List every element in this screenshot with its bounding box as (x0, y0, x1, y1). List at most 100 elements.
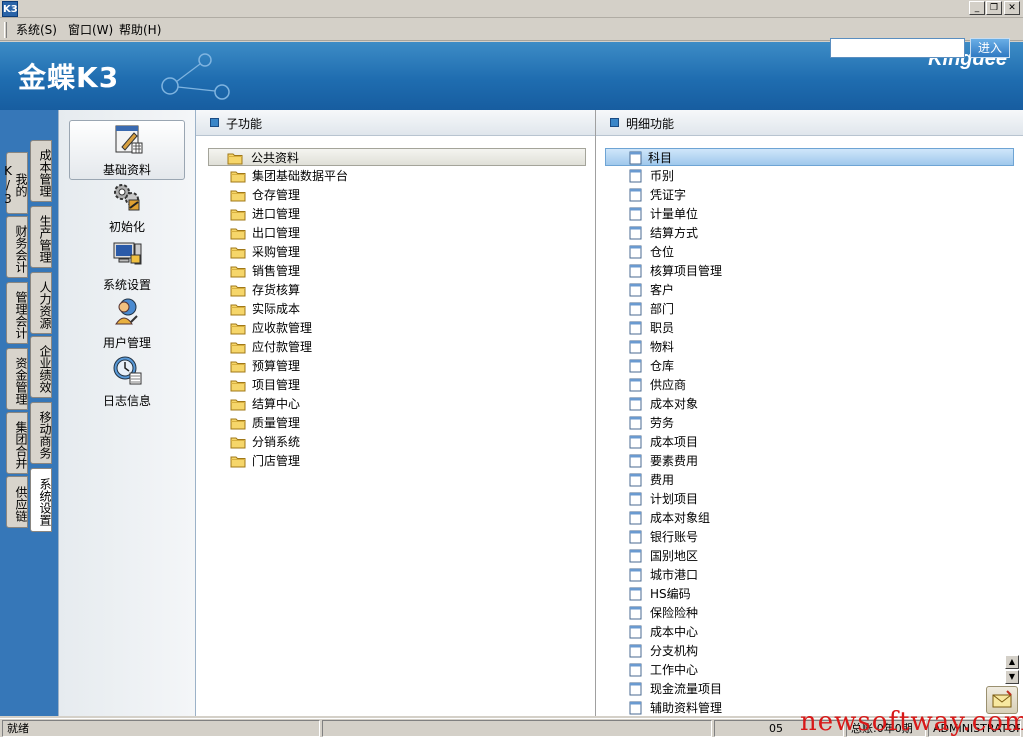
detail-function-item[interactable]: 成本项目 (628, 433, 988, 451)
detail-function-label: 费用 (650, 473, 675, 487)
detail-function-item[interactable]: 成本对象组 (628, 509, 988, 527)
sub-function-item[interactable]: 质量管理 (230, 414, 570, 432)
sub-function-item[interactable]: 门店管理 (230, 452, 570, 470)
sub-function-item[interactable]: 公共资料 (208, 148, 586, 166)
detail-function-item[interactable]: 科目 (605, 148, 1014, 166)
module-user-management[interactable]: 用户管理 (69, 294, 185, 354)
detail-function-label: 现金流量项目 (650, 682, 723, 696)
detail-function-item[interactable]: 现金流量项目 (628, 680, 988, 698)
detail-function-item[interactable]: 供应商 (628, 376, 988, 394)
sub-function-item[interactable]: 存货核算 (230, 281, 570, 299)
sub-function-item[interactable]: 预算管理 (230, 357, 570, 375)
sub-function-item[interactable]: 结算中心 (230, 395, 570, 413)
menu-system[interactable]: 系统(S) (13, 22, 60, 38)
tab-finance[interactable]: 财务会计 (6, 216, 28, 278)
tab-management-accounting[interactable]: 管理会计 (6, 282, 28, 344)
banner-decoration (161, 53, 230, 100)
detail-function-label: 要素费用 (650, 454, 699, 468)
detail-function-item[interactable]: 劳务 (628, 414, 988, 432)
detail-function-item[interactable]: 币别 (628, 167, 988, 185)
detail-function-label: 客户 (650, 283, 675, 297)
scroll-up-button[interactable]: ▲ (1005, 655, 1019, 669)
detail-function-item[interactable]: 国别地区 (628, 547, 988, 565)
close-button[interactable]: ✕ (1004, 1, 1020, 15)
detail-function-item[interactable]: 要素费用 (628, 452, 988, 470)
sub-function-item[interactable]: 集团基础数据平台 (230, 167, 570, 185)
module-system-settings[interactable]: 系统设置 (69, 236, 185, 296)
enter-button[interactable]: 进入 (970, 38, 1010, 58)
sub-function-label: 采购管理 (252, 245, 301, 259)
tab-mobile-commerce[interactable]: 移动商务 (30, 402, 52, 464)
detail-function-item[interactable]: 结算方式 (628, 224, 988, 242)
detail-function-label: 仓库 (650, 359, 675, 373)
document-icon (629, 568, 642, 582)
detail-function-label: 成本项目 (650, 435, 699, 449)
sub-function-item[interactable]: 进口管理 (230, 205, 570, 223)
detail-function-item[interactable]: 物料 (628, 338, 988, 356)
folder-icon (230, 247, 246, 259)
detail-function-label: 成本中心 (650, 625, 699, 639)
detail-function-item[interactable]: 仓位 (628, 243, 988, 261)
sub-function-item[interactable]: 应收款管理 (230, 319, 570, 337)
detail-function-item[interactable]: 工作中心 (628, 661, 988, 679)
search-input[interactable] (830, 38, 965, 58)
detail-function-item[interactable]: 成本中心 (628, 623, 988, 641)
tab-human-resources[interactable]: 人力资源 (30, 272, 52, 334)
tab-group-consolidation[interactable]: 集团合并 (6, 412, 28, 474)
sub-function-item[interactable]: 销售管理 (230, 262, 570, 280)
module-initialize[interactable]: 初始化 (69, 178, 185, 238)
detail-function-item[interactable]: 城市港口 (628, 566, 988, 584)
module-log-info[interactable]: 日志信息 (69, 352, 185, 412)
detail-function-item[interactable]: 计划项目 (628, 490, 988, 508)
tab-cost-management[interactable]: 成本管理 (30, 140, 52, 202)
document-icon (629, 530, 642, 544)
module-basic-data[interactable]: 基础资料 (69, 120, 185, 180)
menu-window[interactable]: 窗口(W) (65, 22, 116, 38)
folder-icon (230, 342, 246, 354)
detail-function-item[interactable]: 职员 (628, 319, 988, 337)
module-label: 系统设置 (102, 278, 151, 292)
detail-function-item[interactable]: 银行账号 (628, 528, 988, 546)
detail-function-item[interactable]: 凭证字 (628, 186, 988, 204)
detail-function-label: 分支机构 (650, 644, 699, 658)
tab-enterprise-performance[interactable]: 企业绩效 (30, 336, 52, 398)
sub-function-item[interactable]: 项目管理 (230, 376, 570, 394)
sub-function-item[interactable]: 分销系统 (230, 433, 570, 451)
document-icon (629, 644, 642, 658)
folder-icon (230, 304, 246, 316)
detail-function-item[interactable]: 仓库 (628, 357, 988, 375)
detail-function-item[interactable]: 部门 (628, 300, 988, 318)
restore-button[interactable]: ❐ (986, 1, 1002, 15)
detail-function-item[interactable]: 分支机构 (628, 642, 988, 660)
sub-function-item[interactable]: 实际成本 (230, 300, 570, 318)
document-icon (629, 264, 642, 278)
detail-function-item[interactable]: 保险险种 (628, 604, 988, 622)
detail-function-label: 币别 (650, 169, 675, 183)
sub-function-item[interactable]: 出口管理 (230, 224, 570, 242)
detail-function-item[interactable]: 核算项目管理 (628, 262, 988, 280)
sub-function-header: 子功能 (196, 110, 595, 136)
detail-function-label: 劳务 (650, 416, 675, 430)
sub-function-item[interactable]: 仓存管理 (230, 186, 570, 204)
tab-fund-management[interactable]: 资金管理 (6, 348, 28, 410)
tab-my-k3[interactable]: 我的K/3 (1, 152, 28, 214)
subsystem-tabs: 我的K/3 财务会计 管理会计 资金管理 集团合并 供应链 成本管理 生产管理 … (0, 110, 58, 716)
watermark: newsoftway.com (800, 707, 1023, 737)
sub-function-item[interactable]: 应付款管理 (230, 338, 570, 356)
tab-system-settings[interactable]: 系统设置 (30, 468, 52, 532)
detail-function-item[interactable]: 计量单位 (628, 205, 988, 223)
detail-function-item[interactable]: 费用 (628, 471, 988, 489)
menu-help[interactable]: 帮助(H) (116, 22, 164, 38)
detail-function-item[interactable]: HS编码 (628, 585, 988, 603)
menu-grip[interactable] (4, 22, 7, 38)
minimize-button[interactable]: _ (969, 1, 985, 15)
sub-function-item[interactable]: 采购管理 (230, 243, 570, 261)
tab-production-management[interactable]: 生产管理 (30, 206, 52, 268)
sub-function-title: 子功能 (226, 117, 263, 131)
detail-function-item[interactable]: 成本对象 (628, 395, 988, 413)
scroll-down-button[interactable]: ▼ (1005, 670, 1019, 684)
detail-function-item[interactable]: 客户 (628, 281, 988, 299)
detail-function-label: 保险险种 (650, 606, 699, 620)
tab-supply-chain[interactable]: 供应链 (6, 476, 28, 528)
detail-function-label: 部门 (650, 302, 675, 316)
